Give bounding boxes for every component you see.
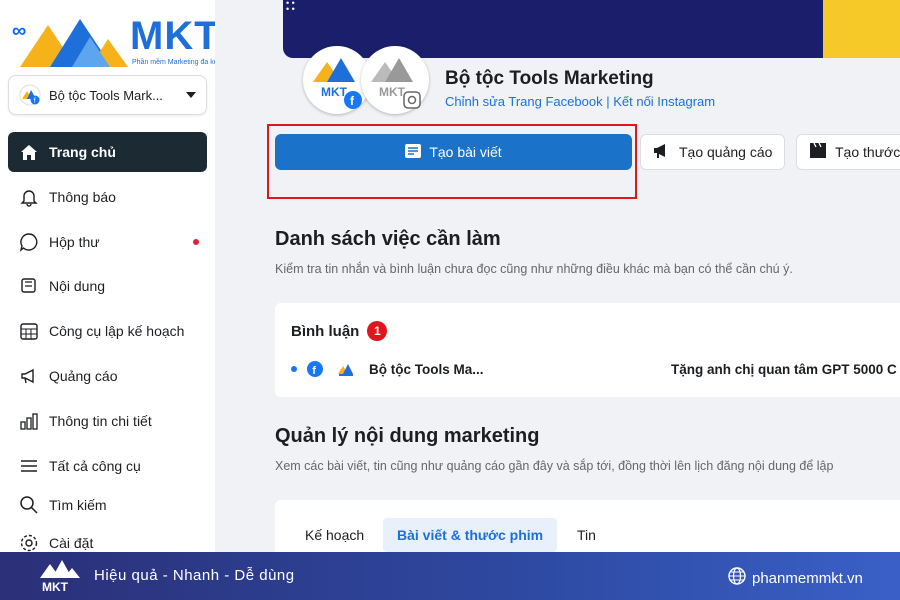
brand-logo: ∞ MKT Phần mềm Marketing đa kênh (10, 12, 240, 72)
footer-logo-text: MKT (42, 580, 69, 594)
create-reel-label: Tạo thước phim (835, 144, 900, 160)
mkt-mountains-icon (20, 19, 128, 67)
chevron-down-icon[interactable] (186, 92, 196, 98)
todo-subtitle: Kiểm tra tin nhắn và bình luận chưa đọc … (275, 262, 793, 276)
facebook-icon: f (307, 361, 323, 377)
page-links: Chỉnh sửa Trang Facebook | Kết nối Insta… (445, 94, 715, 109)
marketing-title: Quản lý nội dung marketing (275, 425, 540, 447)
logo-tagline: Phần mềm Marketing đa kênh (132, 59, 226, 66)
comments-count-badge: 1 (367, 321, 388, 341)
gear-icon (18, 532, 40, 554)
comment-author: Bộ tộc Tools Ma... (369, 361, 484, 377)
svg-text:MKT: MKT (321, 85, 348, 99)
comments-label: Bình luận (291, 322, 360, 340)
list-item[interactable]: f Bộ tộc Tools Ma... Tặng anh chị quan t… (291, 359, 900, 379)
page-avatar-icon: f (19, 84, 41, 106)
footer-banner: MKT Hiệu quả - Nhanh - Dễ dùng phanmemmk… (0, 552, 900, 600)
sidebar-item-ads[interactable]: Quảng cáo (8, 356, 207, 396)
sidebar-item-label: Quảng cáo (49, 367, 118, 384)
sidebar-item-content[interactable]: Nội dung (8, 266, 207, 306)
page-title: Bộ tộc Tools Marketing (445, 68, 654, 89)
svg-text:MKT: MKT (379, 85, 406, 99)
create-ad-button[interactable]: Tạo quảng cáo (640, 134, 786, 170)
cover-dots: • • • • (286, 0, 295, 14)
marketing-tabs: Kế hoạch Bài viết & thước phim Tin (275, 500, 900, 552)
sidebar-item-inbox[interactable]: Hộp thư (8, 222, 207, 262)
cover-accent (823, 0, 900, 58)
globe-icon (728, 567, 746, 589)
page-selector[interactable]: f Bộ tộc Tools Mark... (8, 75, 207, 115)
todo-title: Danh sách việc cần làm (275, 228, 501, 250)
comments-header[interactable]: Bình luận 1 (291, 321, 388, 341)
link-separator: | (606, 94, 610, 109)
mkt-avatar-gray-icon: MKT (371, 58, 421, 109)
comment-message: Tặng anh chị quan tâm GPT 5000 C (671, 361, 897, 377)
menu-icon (18, 455, 40, 477)
sidebar-item-notifications[interactable]: Thông báo (8, 177, 207, 217)
sidebar-item-label: Nội dung (49, 278, 106, 295)
create-reel-button[interactable]: Tạo thước phim (796, 134, 900, 170)
sidebar-item-insights[interactable]: Thông tin chi tiết (8, 401, 207, 441)
unread-dot (193, 238, 199, 245)
content-icon (18, 275, 40, 297)
marketing-subtitle: Xem các bài viết, tin cũng như quảng cáo… (275, 459, 834, 473)
instagram-avatar[interactable]: MKT (361, 46, 429, 114)
main-content: • • • • MKT f MKT Bộ tộc Tools Marketing … (215, 0, 900, 552)
footer-website-text: phanmemmkt.vn (752, 569, 863, 587)
sidebar-item-label: Công cụ lập kế hoạch (49, 323, 185, 340)
logo-text: MKT (130, 14, 220, 58)
sidebar-item-all-tools[interactable]: Tất cả công cụ (8, 446, 207, 486)
mkt-avatar-icon (338, 364, 353, 376)
highlight-annotation (267, 124, 637, 199)
tab-stories[interactable]: Tin (563, 518, 610, 552)
sidebar-item-label: Tất cả công cụ (49, 457, 141, 474)
mkt-footer-logo-icon: MKT (40, 560, 80, 594)
tab-posts-reels[interactable]: Bài viết & thước phim (383, 518, 558, 552)
clapperboard-icon (809, 142, 827, 162)
bar-chart-icon (18, 410, 40, 432)
megaphone-icon (653, 143, 671, 162)
edit-page-link[interactable]: Chỉnh sửa Trang Facebook (445, 94, 603, 109)
chat-bubble-icon (18, 231, 40, 253)
tab-plan[interactable]: Kế hoạch (291, 518, 378, 552)
sidebar-item-label: Trang chủ (49, 144, 116, 160)
unread-dot (291, 366, 297, 372)
todo-card: Bình luận 1 f Bộ tộc Tools Ma... Tặng an… (275, 303, 900, 397)
megaphone-icon (18, 365, 40, 387)
create-ad-label: Tạo quảng cáo (679, 144, 773, 160)
footer-website[interactable]: phanmemmkt.vn (728, 567, 863, 589)
sidebar-item-label: Tìm kiếm (49, 497, 107, 514)
sidebar-nav: Trang chủ Thông báo Hộp thư Nội dung Côn… (8, 132, 207, 566)
connect-instagram-link[interactable]: Kết nối Instagram (613, 94, 715, 109)
sidebar-item-home[interactable]: Trang chủ (8, 132, 207, 172)
sidebar-item-label: Cài đặt (49, 535, 94, 552)
page-selector-label: Bộ tộc Tools Mark... (49, 87, 163, 103)
home-icon (18, 141, 40, 163)
sidebar-item-search[interactable]: Tìm kiếm (8, 490, 207, 520)
search-icon (18, 494, 40, 516)
footer-slogan: Hiệu quả - Nhanh - Dễ dùng (94, 567, 295, 584)
sidebar-item-label: Hộp thư (49, 233, 100, 250)
calendar-icon (18, 320, 40, 342)
sidebar-item-label: Thông báo (49, 188, 116, 205)
sidebar: ∞ MKT Phần mềm Marketing đa kênh f Bộ tộ… (0, 0, 225, 552)
svg-text:f: f (312, 365, 316, 377)
sidebar-item-label: Thông tin chi tiết (49, 412, 152, 429)
bell-icon (18, 186, 40, 208)
sidebar-item-planner[interactable]: Công cụ lập kế hoạch (8, 311, 207, 351)
mkt-avatar-icon: MKT f (313, 58, 362, 109)
